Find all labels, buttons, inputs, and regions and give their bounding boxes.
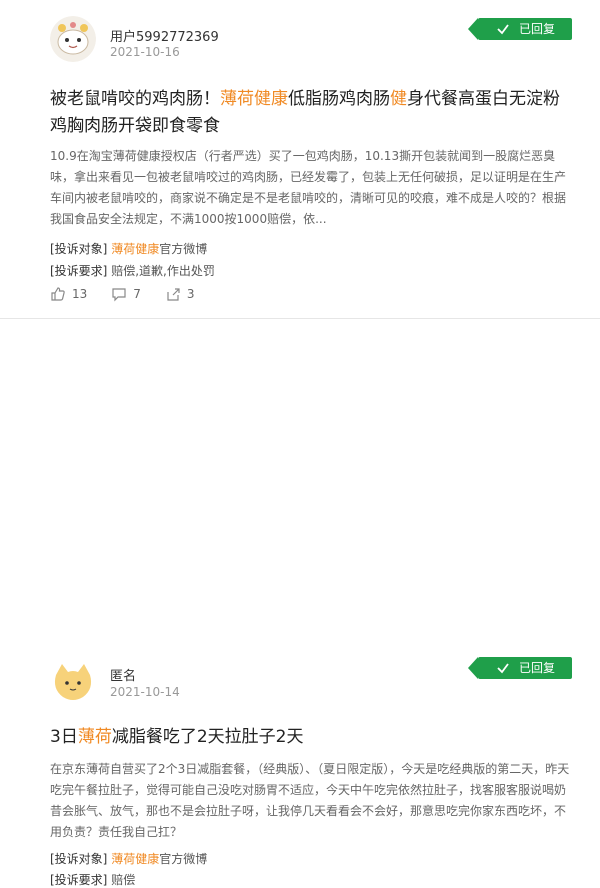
username[interactable]: 用户5992772369 [110, 26, 219, 45]
username[interactable]: 匿名 [110, 665, 136, 684]
complaint-card: 用户5992772369 2021-10-16 已回复 被老鼠啃咬的鸡肉肠！薄荷… [0, 0, 600, 319]
title-part: 减脂餐吃了2天拉肚子2天 [111, 727, 304, 747]
complaint-card: 匿名 2021-10-14 已回复 3日薄荷减脂餐吃了2天拉肚子2天 在京东薄荷… [0, 319, 600, 887]
complaint-request: [投诉要求] 赔偿 [50, 871, 135, 888]
complaint-description: 在京东薄荷自营买了2个3日减脂套餐，（经典版）、（夏日限定版），今天是吃经典版的… [50, 762, 570, 839]
post-date: 2021-10-16 [110, 45, 180, 59]
title-part: 3日 [50, 727, 78, 747]
replied-badge: 已回复 [468, 18, 572, 40]
title-highlight: 薄荷健康 [220, 89, 288, 109]
badge-label: 已回复 [518, 22, 555, 36]
badge-label: 已回复 [518, 661, 555, 675]
comment-count: 7 [133, 287, 141, 301]
post-date: 2021-10-14 [110, 685, 180, 699]
request-key: [投诉要求] [50, 873, 108, 887]
actions-row: 13 7 3 [50, 286, 195, 302]
thumbs-up-icon [51, 287, 65, 301]
cartoon-avatar-icon [50, 16, 96, 62]
complaint-title[interactable]: 3日薄荷减脂餐吃了2天拉肚子2天 [50, 724, 572, 751]
request-value: 赔偿 [111, 873, 136, 887]
target-key: [投诉对象] [50, 852, 108, 866]
avatar[interactable] [50, 659, 96, 705]
complaint-title[interactable]: 被老鼠啃咬的鸡肉肠！薄荷健康低脂肠鸡肉肠健身代餐高蛋白无淀粉鸡胸肉肠开袋即食零食 [50, 86, 572, 140]
title-highlight: 薄荷 [77, 727, 112, 747]
cat-avatar-icon [50, 659, 96, 705]
check-icon [497, 663, 509, 674]
replied-badge: 已回复 [468, 657, 572, 679]
target-name-link[interactable]: 薄荷健康 [111, 242, 159, 256]
share-count: 3 [186, 287, 195, 301]
title-part: 低脂肠鸡肉肠 [288, 89, 390, 109]
complaint-target: [投诉对象] 薄荷健康官方微博 [50, 850, 207, 867]
title-highlight: 健 [390, 89, 407, 109]
share-button[interactable]: 3 [165, 286, 195, 302]
target-suffix: 官方微博 [159, 852, 208, 866]
comment-button[interactable]: 7 [111, 286, 141, 302]
check-icon [497, 24, 509, 35]
request-value: 赔偿,道歉,作出处罚 [111, 264, 215, 278]
share-icon [167, 288, 180, 301]
like-button[interactable]: 13 [50, 286, 87, 302]
request-key: [投诉要求] [50, 264, 108, 278]
complaint-target: [投诉对象] 薄荷健康官方微博 [50, 240, 207, 257]
target-suffix: 官方微博 [159, 242, 208, 256]
comment-icon [112, 288, 126, 302]
complaint-description: 10.9在淘宝薄荷健康授权店（行者严选）买了一包鸡肉肠，10.13撕开包装就闻到… [50, 149, 567, 226]
title-part: 被老鼠啃咬的鸡肉肠！ [50, 89, 220, 109]
target-name-link[interactable]: 薄荷健康 [111, 852, 159, 866]
like-count: 13 [72, 287, 88, 301]
complaint-request: [投诉要求] 赔偿,道歉,作出处罚 [50, 262, 215, 279]
target-key: [投诉对象] [50, 242, 108, 256]
avatar[interactable] [50, 16, 96, 62]
